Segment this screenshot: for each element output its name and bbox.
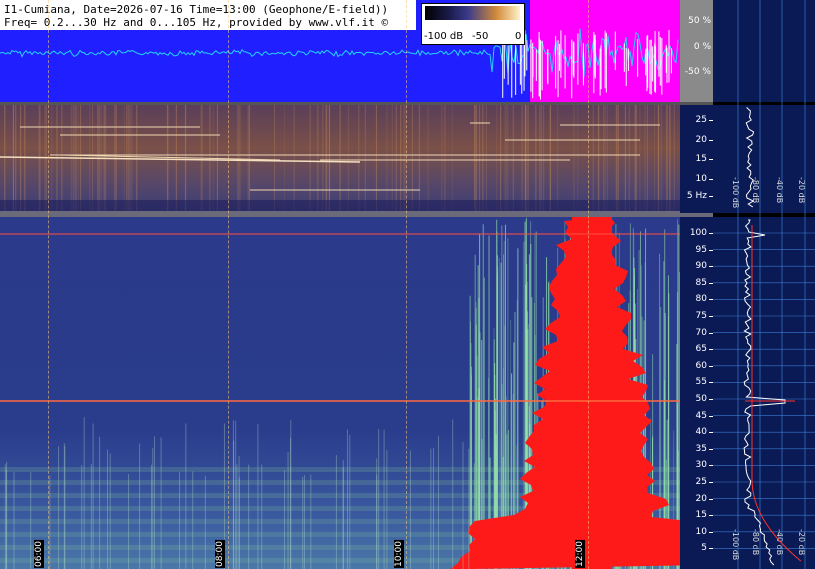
high-power-curve: [743, 219, 786, 566]
low-power-curve: [745, 107, 755, 208]
vlf-spectrogram-view: I1-Cumiana, Date=2026-07-16 Time=13:00 (…: [0, 0, 815, 569]
power-curves: [713, 0, 815, 569]
high-power-reference: [751, 225, 802, 562]
